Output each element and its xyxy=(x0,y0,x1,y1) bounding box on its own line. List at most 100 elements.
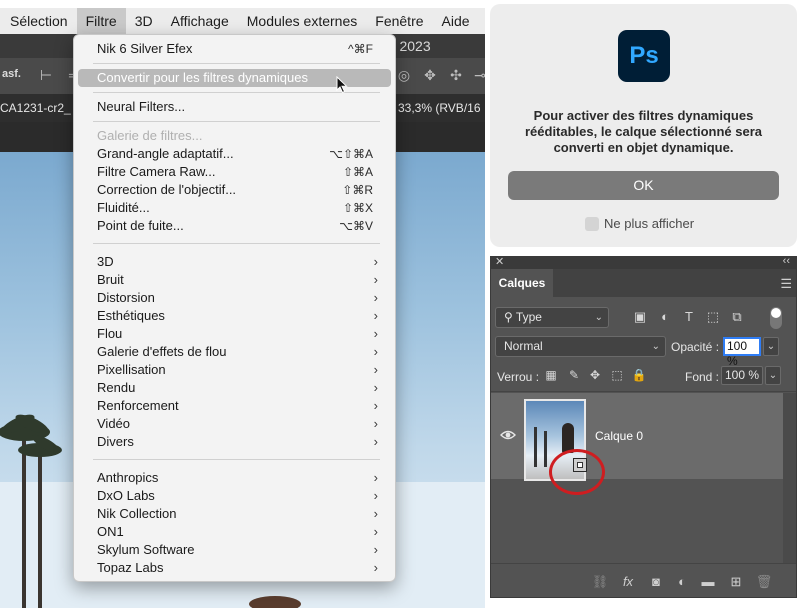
opacity-input[interactable]: 100 % xyxy=(723,337,761,368)
menu-item-vanishing-point[interactable]: Point de fuite... ⌥⌘V xyxy=(78,217,391,235)
shape-layer-filter-icon[interactable]: ⬚ xyxy=(704,308,722,326)
trash-icon[interactable]: 🗑 xyxy=(755,574,773,590)
menu-item-liquify[interactable]: Fluidité... ⇧⌘X xyxy=(78,199,391,217)
adjustment-layer-filter-icon[interactable]: ◐ xyxy=(656,308,674,326)
chevron-right-icon: › xyxy=(373,362,378,377)
menu-modules-externes[interactable]: Modules externes xyxy=(238,8,367,34)
menu-item-nik-silver-efex[interactable]: Nik 6 Silver Efex ^⌘F xyxy=(78,40,391,58)
panel-header-strip: ✕ ‹‹ xyxy=(491,255,796,269)
document-tab-name[interactable]: CA1231-cr2_ xyxy=(0,101,71,115)
filter-menu: Nik 6 Silver Efex ^⌘F Convertir pour les… xyxy=(73,34,396,582)
fill-input[interactable]: 100 % xyxy=(721,366,763,385)
menu-item-distorsion[interactable]: Distorsion › xyxy=(78,289,391,307)
filter-toggle-knob xyxy=(771,308,781,318)
adjustment-layer-icon[interactable]: ◐ xyxy=(673,574,691,590)
fx-icon[interactable]: fx xyxy=(619,574,637,590)
dont-show-again-label[interactable]: Ne plus afficher xyxy=(604,216,694,231)
menu-separator xyxy=(93,63,380,64)
menu-selection[interactable]: Sélection xyxy=(0,8,77,34)
menu-item-anthropics[interactable]: Anthropics › xyxy=(78,469,391,487)
menu-item-esthetiques[interactable]: Esthétiques › xyxy=(78,307,391,325)
menu-item-skylum-software[interactable]: Skylum Software › xyxy=(78,541,391,559)
chevron-right-icon: › xyxy=(373,308,378,323)
menu-item-nik-collection[interactable]: Nik Collection › xyxy=(78,505,391,523)
menu-filtre[interactable]: Filtre xyxy=(76,8,126,34)
annotation-circle xyxy=(549,449,605,495)
mouse-cursor-icon xyxy=(336,76,348,94)
pan-3d-icon[interactable]: ✥ xyxy=(422,67,438,83)
lock-position-icon[interactable]: ✥ xyxy=(587,367,603,383)
lock-pixels-icon[interactable]: ✎ xyxy=(566,367,582,383)
link-layers-icon[interactable]: ⛓ xyxy=(591,574,609,590)
menu-fenetre[interactable]: Fenêtre xyxy=(366,8,432,34)
new-layer-icon[interactable]: ⊞ xyxy=(727,574,745,590)
layer-filter-select[interactable]: ⚲ Type ⌄ xyxy=(495,307,609,328)
menu-item-camera-raw[interactable]: Filtre Camera Raw... ⇧⌘A xyxy=(78,163,391,181)
photoshop-window: Sélection Filtre 3D Affichage Modules ex… xyxy=(0,0,485,608)
panel-bottom-toolbar: ⛓ fx ◙ ◐ ▬ ⊞ 🗑 xyxy=(491,563,796,597)
menu-item-pixellisation[interactable]: Pixellisation › xyxy=(78,361,391,379)
opacity-dropdown-button[interactable]: ⌄ xyxy=(763,337,779,356)
scale-3d-icon[interactable]: ⊸ xyxy=(472,67,485,83)
shortcut-label: ⇧⌘A xyxy=(342,165,373,179)
menu-item-filter-gallery: Galerie de filtres... xyxy=(97,128,203,143)
menu-aide[interactable]: Aide xyxy=(433,8,479,34)
menu-item-adaptive-wide-angle[interactable]: Grand-angle adaptatif... ⌥⇧⌘A xyxy=(78,145,391,163)
pixel-layer-filter-icon[interactable]: ▣ xyxy=(631,308,649,326)
layer-mask-icon[interactable]: ◙ xyxy=(647,574,665,590)
slide-3d-icon[interactable]: ✣ xyxy=(448,67,464,83)
lock-label: Verrou : xyxy=(497,370,540,384)
orbit-3d-icon[interactable]: ◎ xyxy=(396,67,412,83)
menu-item-video[interactable]: Vidéo › xyxy=(78,415,391,433)
shortcut-label: ⇧⌘X xyxy=(342,201,373,215)
chevron-right-icon: › xyxy=(373,416,378,431)
lock-transparency-icon[interactable]: ▦ xyxy=(543,367,559,383)
search-icon: ⚲ xyxy=(504,310,516,324)
menu-separator xyxy=(93,121,380,122)
menu-item-lens-correction[interactable]: Correction de l'objectif... ⇧⌘R xyxy=(78,181,391,199)
chevron-right-icon: › xyxy=(373,272,378,287)
menu-separator xyxy=(93,459,380,460)
shortcut-label: ⇧⌘R xyxy=(342,183,373,197)
lock-all-icon[interactable]: 🔒 xyxy=(631,367,647,383)
menu-item-divers[interactable]: Divers › xyxy=(78,433,391,451)
menu-item-neural-filters[interactable]: Neural Filters... xyxy=(78,98,391,116)
menu-item-bruit[interactable]: Bruit › xyxy=(78,271,391,289)
type-layer-filter-icon[interactable]: T xyxy=(680,308,698,326)
chevron-down-icon: ⌄ xyxy=(651,341,660,352)
menu-item-galerie-effets-flou[interactable]: Galerie d'effets de flou › xyxy=(78,343,391,361)
layer-name[interactable]: Calque 0 xyxy=(595,429,643,443)
menu-affichage[interactable]: Affichage xyxy=(162,8,238,34)
menu-item-on1[interactable]: ON1 › xyxy=(78,523,391,541)
chevron-right-icon: › xyxy=(373,470,378,485)
blend-mode-select[interactable]: Normal ⌄ xyxy=(495,336,666,357)
menu-item-renforcement[interactable]: Renforcement › xyxy=(78,397,391,415)
close-icon[interactable]: ✕ xyxy=(495,255,504,268)
group-folder-icon[interactable]: ▬ xyxy=(699,574,717,590)
menu-item-3d[interactable]: 3D › xyxy=(78,253,391,271)
menu-item-topaz-labs[interactable]: Topaz Labs › xyxy=(78,559,391,577)
panel-menu-icon[interactable]: ☰ xyxy=(780,276,792,292)
menu-3d[interactable]: 3D xyxy=(126,8,162,34)
ok-button[interactable]: OK xyxy=(508,171,779,200)
chevron-right-icon: › xyxy=(373,506,378,521)
options-label: asf. xyxy=(2,68,21,80)
align-left-icon[interactable]: ⊢ xyxy=(38,67,54,83)
collapse-icon[interactable]: ‹‹ xyxy=(783,255,790,267)
dont-show-again-checkbox[interactable] xyxy=(585,217,599,231)
visibility-eye-icon[interactable] xyxy=(500,429,516,441)
fill-dropdown-button[interactable]: ⌄ xyxy=(765,366,781,385)
menu-item-rendu[interactable]: Rendu › xyxy=(78,379,391,397)
divider xyxy=(491,391,796,392)
menu-item-flou[interactable]: Flou › xyxy=(78,325,391,343)
menu-item-dxo-labs[interactable]: DxO Labs › xyxy=(78,487,391,505)
panel-scrollbar[interactable] xyxy=(783,393,796,563)
chevron-right-icon: › xyxy=(373,542,378,557)
tab-calques[interactable]: Calques xyxy=(491,269,553,297)
chevron-down-icon: ⌄ xyxy=(594,312,603,323)
chevron-right-icon: › xyxy=(373,290,378,305)
lock-artboard-icon[interactable]: ⬚ xyxy=(609,367,625,383)
smart-object-filter-icon[interactable]: ⧉ xyxy=(728,308,746,326)
layer-row[interactable]: Calque 0 xyxy=(491,393,783,495)
chevron-right-icon: › xyxy=(373,524,378,539)
